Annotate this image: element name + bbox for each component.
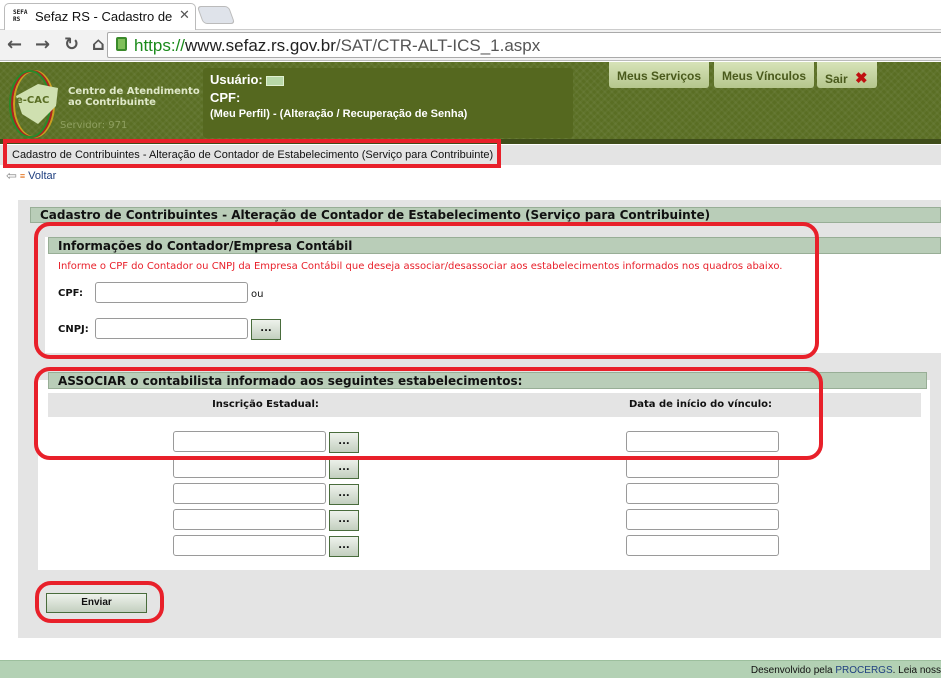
new-tab-button[interactable] (196, 6, 236, 24)
url-text: https://www.sefaz.rs.gov.br/SAT/CTR-ALT-… (134, 36, 540, 56)
server-label: Servidor: 971 (60, 120, 128, 131)
browser-toolbar: ← → ↻ ⌂ https://www.sefaz.rs.gov.br/SAT/… (0, 30, 941, 61)
tab-title: Sefaz RS - Cadastro de Co (35, 9, 175, 24)
instruction-text: Informe o CPF do Contador ou CNPJ da Emp… (58, 261, 783, 272)
meus-servicos-button[interactable]: Meus Serviços (609, 62, 710, 88)
associar-table-header: Inscrição Estadual: Data de início do ví… (48, 393, 921, 417)
enviar-button[interactable]: Enviar (46, 593, 147, 613)
lock-icon (116, 37, 127, 51)
cpf-label: CPF: (58, 288, 83, 299)
url-host: www.sefaz.rs.gov.br (185, 36, 336, 55)
profile-links[interactable]: (Meu Perfil) - (Alteração / Recuperação … (210, 108, 467, 120)
back-label: Voltar (28, 170, 57, 182)
logo-title: Centro de Atendimento ao Contribuinte (68, 86, 200, 108)
data-inicio-input[interactable] (626, 483, 779, 504)
data-inicio-input[interactable] (626, 457, 779, 478)
list-icon: ≡ (19, 171, 26, 181)
home-icon[interactable]: ⌂ (92, 34, 105, 55)
back-link[interactable]: ⇦ ≡ Voltar (6, 168, 56, 184)
associar-section-title: ASSOCIAR o contabilista informado aos se… (48, 372, 927, 389)
site-header: e-CAC Centro de Atendimento ao Contribuin… (0, 62, 941, 144)
footer-prefix: Desenvolvido pela (750, 665, 836, 676)
inscricao-estadual-input[interactable] (173, 431, 326, 452)
inscricao-estadual-input[interactable] (173, 509, 326, 530)
or-label: ou (251, 289, 264, 300)
inscricao-lookup-button[interactable]: ... (329, 536, 359, 557)
browser-tab[interactable]: SEFA RS Sefaz RS - Cadastro de Co ✕ (4, 3, 196, 30)
data-inicio-input[interactable] (626, 431, 779, 452)
reload-icon[interactable]: ↻ (64, 34, 79, 55)
back-arrow-icon: ⇦ (6, 168, 17, 183)
user-label: Usuário: (210, 72, 263, 87)
inscricao-estadual-input[interactable] (173, 457, 326, 478)
footer: Desenvolvido pela PROCERGS. Leia noss (0, 660, 941, 678)
col-data-inicio: Data de início do vínculo: (628, 399, 773, 410)
inscricao-estadual-input[interactable] (173, 535, 326, 556)
forward-arrow-icon[interactable]: → (35, 34, 50, 55)
cnpj-label: CNPJ: (58, 324, 89, 335)
footer-suffix: . Leia noss (892, 665, 941, 676)
favicon-icon: SEFA RS (13, 9, 28, 23)
address-bar[interactable]: https://www.sefaz.rs.gov.br/SAT/CTR-ALT-… (107, 32, 941, 58)
inscricao-lookup-button[interactable]: ... (329, 510, 359, 531)
inscricao-lookup-button[interactable]: ... (329, 458, 359, 479)
logo-title-line-2: ao Contribuinte (68, 97, 156, 108)
form-title: Cadastro de Contribuintes - Alteração de… (30, 207, 941, 223)
ecac-logo-icon: e-CAC (9, 70, 58, 138)
user-info-panel: Usuário: CPF: (Meu Perfil) - (Alteração … (203, 68, 573, 138)
contador-section-title: Informações do Contador/Empresa Contábil (48, 237, 941, 254)
close-x-icon: ✖ (855, 70, 868, 87)
browser-tab-bar: SEFA RS Sefaz RS - Cadastro de Co ✕ (0, 0, 941, 30)
col-inscricao-estadual: Inscrição Estadual: (212, 399, 319, 410)
cpf-label: CPF: (210, 90, 241, 105)
certificate-icon (266, 75, 285, 86)
data-inicio-input[interactable] (626, 509, 779, 530)
inscricao-lookup-button[interactable]: ... (329, 484, 359, 505)
svg-text:e-CAC: e-CAC (16, 95, 49, 106)
breadcrumb: Cadastro de Contribuintes - Alteração de… (12, 149, 494, 161)
cnpj-lookup-button[interactable]: ... (251, 319, 281, 340)
url-scheme: https:// (134, 36, 186, 55)
url-path: /SAT/CTR-ALT-ICS_1.aspx (335, 36, 541, 55)
data-inicio-input[interactable] (626, 535, 779, 556)
cnpj-input[interactable] (95, 318, 248, 339)
logout-button[interactable]: Sair ✖ (817, 62, 877, 88)
logout-label: Sair (825, 72, 848, 86)
inscricao-estadual-input[interactable] (173, 483, 326, 504)
close-tab-icon[interactable]: ✕ (179, 8, 190, 23)
footer-text: Desenvolvido pela PROCERGS. Leia noss (751, 665, 941, 676)
inscricao-lookup-button[interactable]: ... (329, 432, 359, 453)
cpf-input[interactable] (95, 282, 248, 303)
meus-vinculos-button[interactable]: Meus Vínculos (714, 62, 815, 88)
procergs-link[interactable]: PROCERGS (835, 665, 892, 676)
breadcrumb-bar: Cadastro de Contribuintes - Alteração de… (0, 145, 941, 165)
back-arrow-icon[interactable]: ← (7, 34, 22, 55)
logo-title-line-1: Centro de Atendimento (68, 86, 200, 97)
